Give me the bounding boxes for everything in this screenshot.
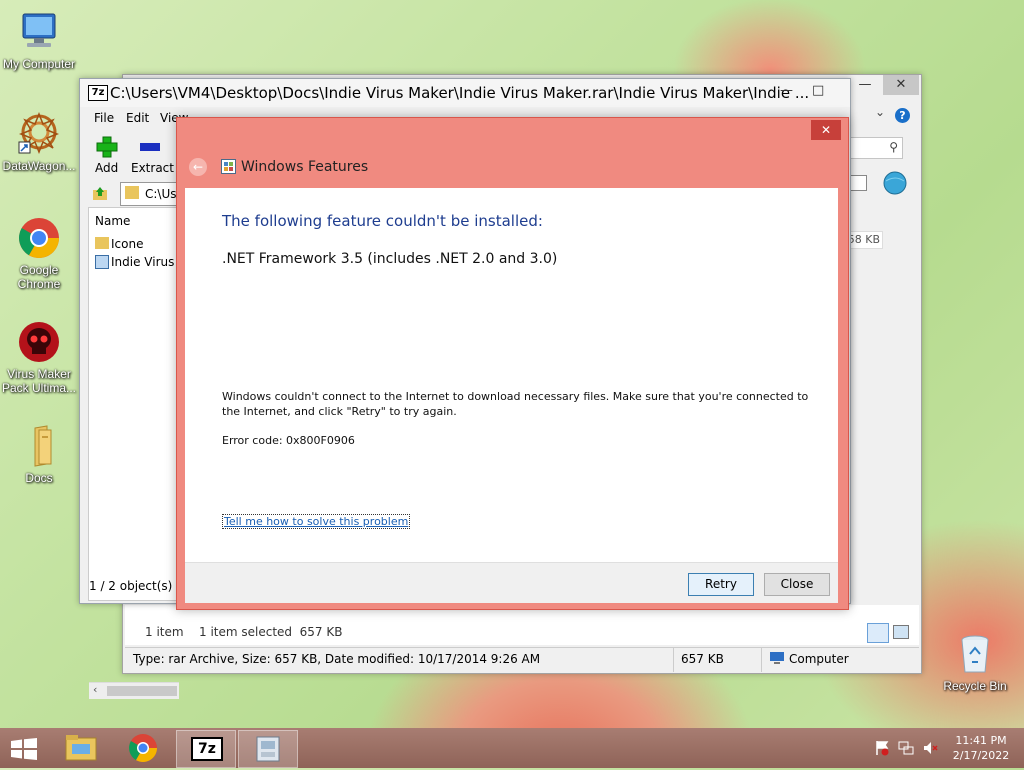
desktop-icon-label: Virus Maker Pack Ultima... [1, 367, 76, 395]
dialog-content: The following feature couldn't be instal… [185, 188, 838, 562]
path-input[interactable]: C:\Users [120, 182, 195, 206]
up-folder-icon[interactable] [92, 185, 108, 201]
dialog-heading: The following feature couldn't be instal… [222, 212, 543, 230]
window-title: C:\Users\VM4\Desktop\Docs\Indie Virus Ma… [110, 84, 810, 102]
volume-muted-icon[interactable] [922, 740, 938, 756]
skull-icon [17, 320, 61, 364]
details-text: Type: rar Archive, Size: 657 KB, Date mo… [133, 652, 541, 666]
minimize-button[interactable]: — [847, 75, 883, 95]
windows-features-dialog[interactable]: ✕ ← Windows Features The following featu… [176, 117, 849, 610]
column-name-header[interactable]: Name [95, 214, 130, 228]
tiles-view-icon[interactable] [893, 625, 909, 639]
sevenzip-titlebar: 7z C:\Users\VM4\Desktop\Docs\Indie Virus… [80, 79, 850, 107]
7zip-icon: 7z [191, 737, 223, 761]
dialog-title: Windows Features [241, 159, 369, 175]
7zip-app-icon: 7z [88, 85, 108, 101]
details-view-icon[interactable] [867, 623, 889, 643]
file-list[interactable]: Name Icone Indie Virus M ‹ [88, 207, 189, 699]
file-list-item[interactable]: Indie Virus M [89, 252, 189, 270]
minimize-button[interactable]: — [780, 83, 793, 98]
menu-file[interactable]: File [94, 111, 114, 125]
desktop-icon-label: DataWagon... [2, 159, 76, 173]
retry-button[interactable]: Retry [688, 573, 754, 596]
chrome-icon [17, 216, 61, 260]
desktop-icon-label: Recycle Bin [943, 679, 1007, 693]
windows-features-icon [221, 159, 236, 174]
taskbar-chrome[interactable] [114, 730, 172, 766]
desktop-icon-docs[interactable]: Docs [0, 424, 78, 485]
horizontal-scrollbar[interactable]: ‹ [89, 682, 179, 699]
explorer-status-bar: 1 item 1 item selected 657 KB [125, 605, 919, 645]
start-button[interactable] [10, 738, 38, 760]
datawagon-icon [17, 111, 61, 156]
taskbar-7zip[interactable]: 7z [176, 730, 236, 768]
clock-time: 11:41 PM [955, 734, 1007, 747]
back-arrow-icon[interactable]: ← [189, 158, 207, 176]
chrome-icon [129, 734, 157, 762]
taskbar-installer[interactable] [238, 730, 298, 768]
desktop-icon-virus-maker[interactable]: Virus Maker Pack Ultima... [0, 320, 78, 395]
close-button[interactable]: ✕ [883, 75, 919, 95]
search-input[interactable]: ⚲ [845, 137, 903, 159]
folder-icon [17, 424, 61, 468]
network-globe-icon[interactable] [881, 169, 909, 197]
extract-minus-icon [140, 143, 160, 151]
file-list-item[interactable]: Icone [89, 234, 179, 252]
help-link[interactable]: Tell me how to solve this problem [222, 514, 411, 529]
add-button[interactable]: Add [95, 161, 118, 175]
clock-date: 2/17/2022 [952, 749, 1010, 762]
desktop-icon-label: Docs [25, 471, 53, 485]
computer-small-icon [769, 651, 785, 665]
desktop-icon-label: My Computer [2, 57, 76, 71]
status-item-count: 1 item [145, 625, 184, 639]
clock[interactable]: 11:41 PM 2/17/2022 [946, 733, 1016, 763]
details-size: 657 KB [681, 652, 724, 666]
close-button[interactable]: Close [764, 573, 830, 596]
extract-button[interactable]: Extract [131, 161, 174, 175]
folder-icon [95, 237, 109, 249]
search-icon: ⚲ [889, 140, 898, 154]
menu-edit[interactable]: Edit [126, 111, 149, 125]
computer-icon [17, 10, 61, 54]
desktop-icon-datawagon[interactable]: DataWagon... [0, 111, 78, 173]
desktop-icon-my-computer[interactable]: My Computer [0, 10, 78, 71]
network-icon[interactable] [898, 740, 914, 756]
dialog-close-button[interactable]: ✕ [811, 120, 841, 140]
details-pane: Type: rar Archive, Size: 657 KB, Date mo… [125, 647, 919, 672]
installer-icon [256, 736, 280, 762]
recycle-bin-icon [953, 632, 997, 676]
action-center-flag-icon[interactable] [874, 740, 890, 756]
taskbar: 7z 11:41 PM 2/17/2022 [0, 728, 1024, 768]
file-icon [95, 255, 109, 269]
status-selected: 1 item selected 657 KB [199, 625, 343, 639]
dialog-footer: Retry Close [185, 562, 838, 603]
folder-small-icon [125, 186, 139, 199]
details-location: Computer [789, 652, 849, 666]
file-explorer-icon [65, 735, 97, 761]
taskbar-file-explorer[interactable] [52, 730, 110, 766]
desktop-icon-google-chrome[interactable]: Google Chrome [0, 216, 78, 291]
desktop-icon-recycle-bin[interactable]: Recycle Bin [936, 632, 1014, 693]
dialog-message: Windows couldn't connect to the Internet… [222, 390, 809, 418]
feature-name: .NET Framework 3.5 (includes .NET 2.0 an… [222, 251, 558, 267]
ribbon-expand-icon[interactable]: ⌄ [875, 105, 885, 119]
add-plus-icon [94, 135, 120, 161]
desktop-icon-label: Google Chrome [17, 263, 61, 291]
help-icon[interactable]: ? [895, 108, 910, 123]
error-code: Error code: 0x800F0906 [222, 434, 355, 447]
maximize-button[interactable]: □ [812, 83, 824, 98]
